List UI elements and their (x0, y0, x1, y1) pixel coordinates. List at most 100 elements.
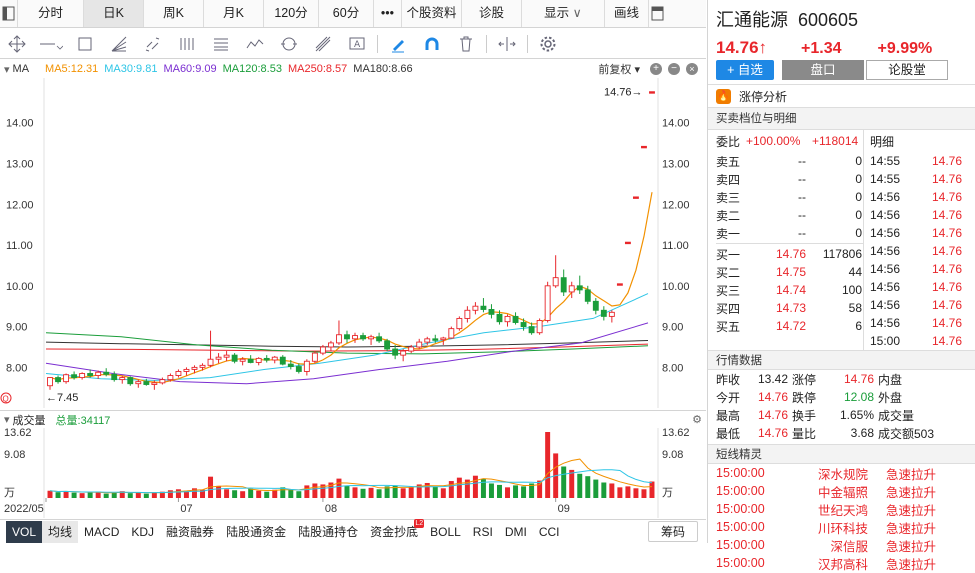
volume-svg[interactable]: 13.62 13.62 9.08 9.08 万 万 2022/05 07 08 09 (0, 427, 706, 518)
candle[interactable] (215, 353, 222, 364)
candle[interactable] (608, 310, 615, 323)
volume-bar[interactable] (360, 488, 366, 498)
chips-button[interactable]: 筹码 (647, 521, 698, 542)
tab-120min[interactable]: 120分 (264, 0, 319, 27)
volume-bar[interactable] (344, 485, 350, 498)
candle[interactable] (616, 283, 623, 286)
tab-bottom-fishing[interactable]: 资金抄底 L2 (364, 518, 425, 543)
rectangle-icon[interactable] (68, 30, 102, 58)
tab-month-k[interactable]: 月K (204, 0, 264, 27)
zoom-in-icon[interactable]: + (650, 63, 662, 75)
volume-bar[interactable] (472, 475, 478, 498)
volume-bar[interactable] (55, 492, 61, 498)
kline-svg[interactable]: 14.00 14.00 13.00 13.00 12.00 12.00 11.00 11.00… (0, 78, 706, 408)
gear-icon[interactable] (531, 30, 565, 58)
candle[interactable] (207, 330, 214, 368)
candle[interactable] (127, 376, 134, 386)
ask-level[interactable]: 卖五 -- 0 (716, 152, 863, 170)
candle[interactable] (576, 275, 583, 294)
candle[interactable] (336, 320, 342, 345)
volume-bar[interactable] (79, 493, 85, 498)
tab-diagnose[interactable]: 诊股 (462, 0, 522, 27)
volume-bar[interactable] (432, 486, 438, 498)
tab-stock-profile[interactable]: 个股资料 (402, 0, 462, 27)
trash-icon[interactable] (449, 30, 483, 58)
text-annotation-icon[interactable]: A (340, 30, 374, 58)
tab-hk-connect-hold[interactable]: 陆股通持仓 (292, 521, 364, 543)
tab-week-k[interactable]: 周K (144, 0, 204, 27)
volume-bar[interactable] (304, 485, 310, 498)
short-signal-row[interactable]: 15:00:00 川环科技 急速拉升 (716, 518, 975, 536)
limit-analysis-row[interactable]: 🔥 涨停分析 (708, 84, 975, 108)
candle[interactable] (384, 338, 391, 352)
candle[interactable] (376, 332, 383, 343)
volume-bar[interactable] (545, 432, 551, 498)
candle[interactable] (456, 316, 463, 331)
candle[interactable] (95, 370, 102, 379)
volume-bar[interactable] (296, 491, 302, 498)
volume-bar[interactable] (111, 492, 117, 498)
candle[interactable] (472, 302, 479, 315)
ask-level[interactable]: 卖四 -- 0 (716, 170, 863, 188)
bid-level[interactable]: 买二 14.75 44 (716, 263, 863, 281)
candle[interactable] (303, 359, 310, 376)
volume-bar[interactable] (561, 466, 567, 498)
candle[interactable] (271, 355, 278, 364)
pen-icon[interactable] (381, 30, 415, 58)
volume-bar[interactable] (633, 488, 639, 498)
candle[interactable] (512, 312, 519, 325)
candle[interactable] (279, 355, 286, 366)
volume-bar[interactable] (288, 489, 294, 498)
volume-chart[interactable]: 13.62 13.62 9.08 9.08 万 万 2022/05 07 08 09 (0, 427, 706, 518)
short-signal-row[interactable]: 15:00:00 中金辐照 急速拉升 (716, 482, 975, 500)
candle[interactable] (183, 367, 190, 376)
bid-level[interactable]: 买四 14.73 58 (716, 299, 863, 317)
chain-link-icon[interactable] (136, 30, 170, 58)
candle[interactable] (400, 349, 407, 362)
volume-bar[interactable] (456, 477, 462, 498)
vertical-bars-icon[interactable] (170, 30, 204, 58)
volume-bar[interactable] (103, 493, 109, 498)
volume-bar[interactable] (625, 486, 631, 498)
candle[interactable] (544, 281, 551, 323)
candle[interactable] (632, 196, 639, 199)
panel-toggle-icon[interactable] (0, 0, 18, 27)
volume-bar[interactable] (400, 488, 406, 498)
add-watchlist-button[interactable]: + 自选 (716, 60, 774, 80)
gann-icon[interactable] (306, 30, 340, 58)
volume-bar[interactable] (609, 483, 615, 498)
wave-line-icon[interactable] (238, 30, 272, 58)
candle[interactable] (231, 353, 238, 364)
volume-bar[interactable] (601, 482, 607, 498)
tab-lungutang[interactable]: 论股堂 (866, 60, 948, 80)
volume-bar[interactable] (488, 483, 494, 498)
volume-bar[interactable] (505, 487, 511, 498)
tab-ma[interactable]: 均线 (42, 520, 79, 543)
volume-bar[interactable] (151, 492, 157, 498)
split-arrows-icon[interactable] (490, 30, 524, 58)
tab-more[interactable]: ••• (374, 0, 402, 27)
tab-kdj[interactable]: KDJ (125, 521, 160, 543)
candle[interactable] (247, 355, 254, 364)
volume-bar[interactable] (408, 486, 414, 498)
volume-bar[interactable] (537, 480, 543, 498)
short-signal-row[interactable]: 15:00:00 世纪天鸿 急速拉升 (716, 500, 975, 518)
ask-level[interactable]: 卖三 -- 0 (716, 188, 863, 206)
volume-bar[interactable] (448, 481, 454, 498)
volume-bar[interactable] (127, 493, 133, 498)
volume-bar[interactable] (47, 490, 53, 498)
volume-bar[interactable] (143, 493, 149, 498)
volume-bar[interactable] (71, 492, 77, 498)
candle[interactable] (63, 373, 70, 384)
candle[interactable] (480, 298, 487, 313)
candle[interactable] (568, 281, 575, 299)
candle[interactable] (600, 306, 607, 321)
volume-bar[interactable] (585, 476, 591, 498)
short-signal-row[interactable]: 15:00:00 汉邦高科 急速拉升 (716, 554, 975, 572)
short-signal-row[interactable]: 15:00:00 深信服 急速拉升 (716, 536, 975, 554)
volume-bar[interactable] (216, 485, 222, 498)
candle[interactable] (641, 145, 647, 149)
adjust-menu[interactable]: 前复权 ▾ (598, 61, 640, 77)
gear-icon[interactable]: ⚙ (692, 413, 702, 426)
volume-bar[interactable] (376, 489, 382, 498)
